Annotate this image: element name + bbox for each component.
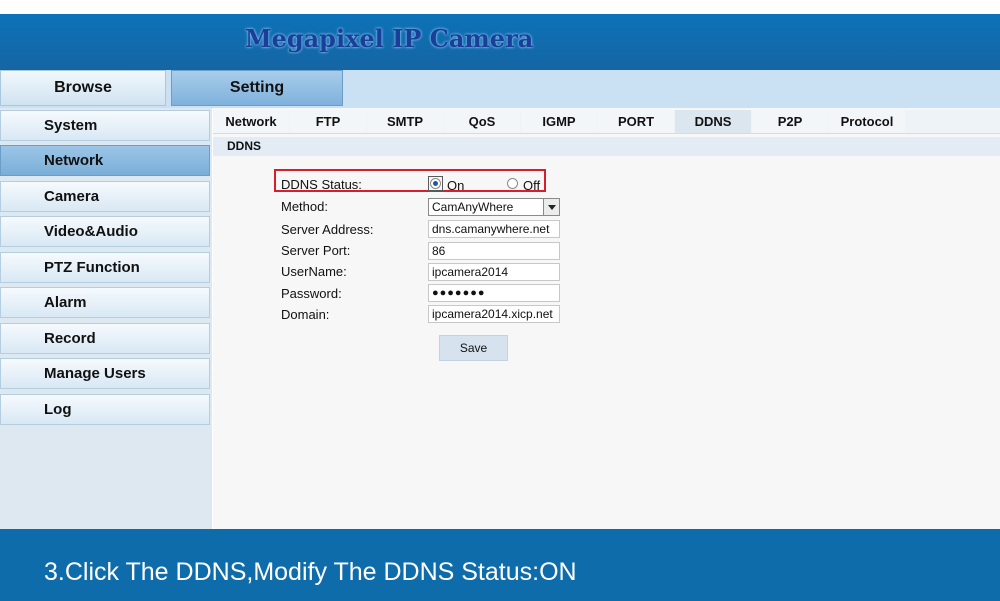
tab-p2p[interactable]: P2P: [752, 110, 828, 133]
domain-input[interactable]: ipcamera2014.xicp.net: [428, 305, 560, 323]
tab-qos[interactable]: QoS: [444, 110, 520, 133]
server-address-label: Server Address:: [281, 222, 374, 237]
tab-smtp[interactable]: SMTP: [367, 110, 443, 133]
instruction-caption: 3.Click The DDNS,Modify The DDNS Status:…: [44, 558, 577, 586]
section-title: DDNS: [227, 139, 262, 153]
tab-ftp[interactable]: FTP: [290, 110, 366, 133]
domain-label: Domain:: [281, 307, 330, 322]
tab-port[interactable]: PORT: [598, 110, 674, 133]
password-input[interactable]: ●●●●●●●: [428, 284, 560, 302]
status-off-radio[interactable]: [507, 178, 518, 189]
sidebar-item-video-audio[interactable]: Video&Audio: [0, 216, 210, 247]
tab-setting[interactable]: Setting: [171, 70, 343, 106]
server-port-input[interactable]: 86: [428, 242, 560, 260]
status-on-radio[interactable]: [430, 178, 441, 189]
sidebar-item-manage-users[interactable]: Manage Users: [0, 358, 210, 389]
method-value: CamAnyWhere: [432, 200, 514, 214]
section-header: [213, 137, 1000, 156]
username-input[interactable]: ipcamera2014: [428, 263, 560, 281]
instruction-banner: 3.Click The DDNS,Modify The DDNS Status:…: [0, 529, 1000, 601]
method-label: Method:: [281, 199, 328, 214]
server-address-input[interactable]: dns.camanywhere.net: [428, 220, 560, 238]
app-title: Megapixel IP Camera: [245, 24, 534, 53]
status-off-label: Off: [523, 178, 541, 193]
sidebar-item-camera[interactable]: Camera: [0, 181, 210, 212]
sidebar-item-network[interactable]: Network: [0, 145, 210, 176]
sidebar-item-log[interactable]: Log: [0, 394, 210, 425]
tab-ddns[interactable]: DDNS: [675, 110, 751, 133]
tab-protocol[interactable]: Protocol: [829, 110, 905, 133]
password-label: Password:: [281, 286, 342, 301]
tab-igmp[interactable]: IGMP: [521, 110, 597, 133]
sidebar-item-system[interactable]: System: [0, 110, 210, 141]
tab-browse[interactable]: Browse: [0, 70, 166, 106]
save-button[interactable]: Save: [439, 335, 508, 361]
username-label: UserName:: [281, 264, 347, 279]
status-on-label: On: [447, 178, 465, 193]
sidebar-item-record[interactable]: Record: [0, 323, 210, 354]
sidebar-item-alarm[interactable]: Alarm: [0, 287, 210, 318]
method-select[interactable]: CamAnyWhere: [428, 198, 560, 216]
tab-network[interactable]: Network: [213, 110, 289, 133]
server-port-label: Server Port:: [281, 243, 351, 258]
app-header: Megapixel IP Camera: [0, 14, 1000, 70]
sidebar-item-ptz-function[interactable]: PTZ Function: [0, 252, 210, 283]
ddns-status-label: DDNS Status:: [281, 177, 362, 192]
triangle-down-icon: [543, 199, 559, 215]
